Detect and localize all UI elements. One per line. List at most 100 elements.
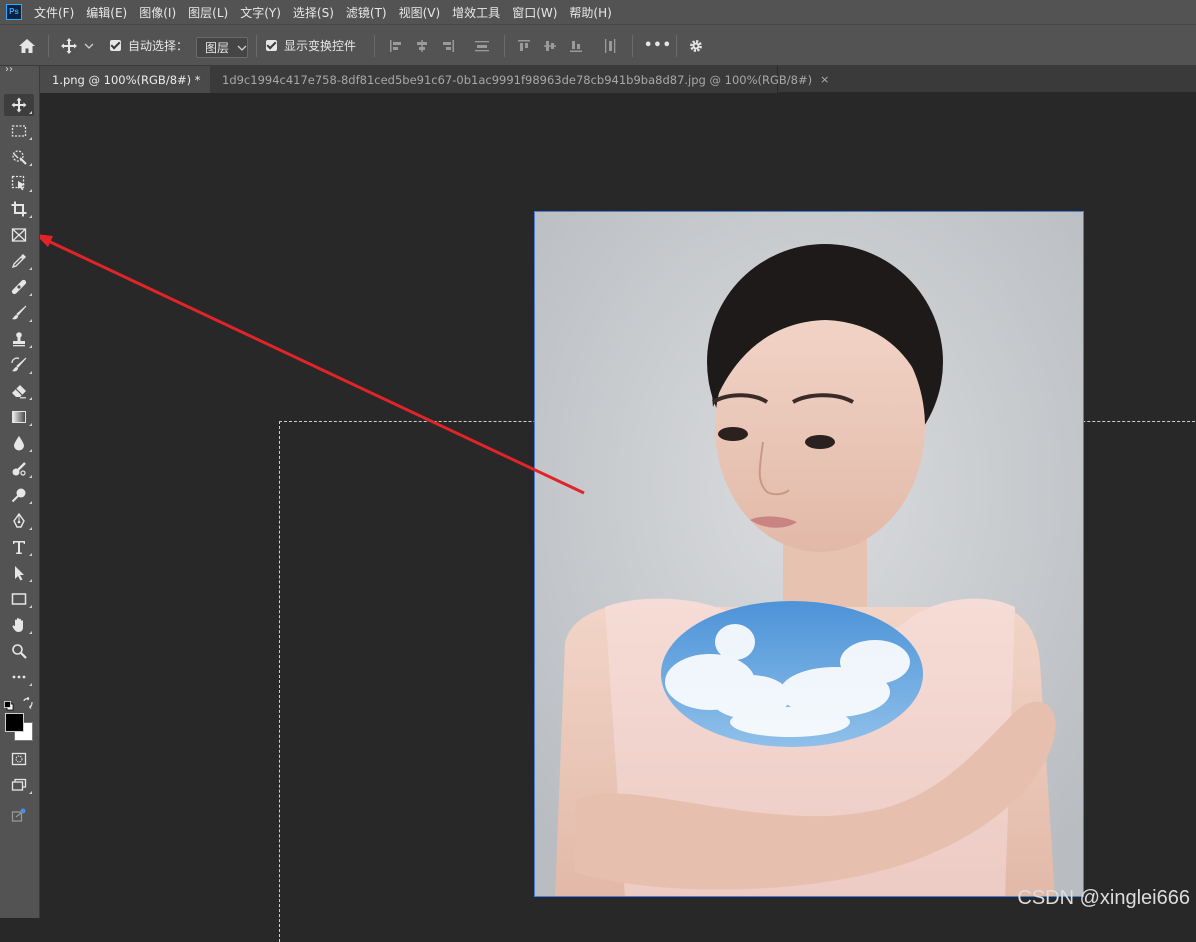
menu-layer[interactable]: 图层(L)	[188, 4, 228, 21]
share-button[interactable]	[4, 804, 34, 826]
align-horizontal-centers-icon[interactable]	[414, 38, 430, 54]
menu-type[interactable]: 文字(Y)	[240, 4, 281, 21]
home-icon	[19, 38, 35, 53]
path-selection-tool[interactable]	[4, 562, 34, 584]
menu-select[interactable]: 选择(S)	[293, 4, 334, 21]
hand-tool[interactable]	[4, 614, 34, 636]
chevron-down-icon	[84, 43, 94, 49]
type-tool[interactable]	[4, 536, 34, 558]
clone-stamp-tool[interactable]	[4, 328, 34, 350]
pen-icon	[13, 513, 25, 528]
brush-icon	[12, 305, 27, 320]
smudge-icon	[12, 462, 26, 476]
show-transform-controls-checkbox[interactable]: 显示变换控件	[266, 25, 356, 66]
document-tab-2[interactable]: 1d9c1994c417e758-8df81ced5be91c67-0b1ac9…	[210, 66, 829, 93]
align-bottom-edges-icon[interactable]	[568, 38, 584, 54]
menu-view[interactable]: 视图(V)	[399, 4, 441, 21]
move-tool[interactable]	[4, 94, 34, 116]
gradient-icon	[12, 411, 26, 423]
move-icon	[11, 97, 27, 113]
auto-select-label: 自动选择：	[128, 39, 189, 53]
rectangle-tool[interactable]	[4, 588, 34, 610]
close-icon[interactable]: ×	[820, 73, 829, 86]
bandage-icon	[11, 279, 27, 295]
stamp-icon	[13, 332, 25, 347]
more-options-button[interactable]: •••	[644, 25, 672, 66]
pen-tool[interactable]	[4, 510, 34, 532]
auto-select-checkbox[interactable]: 自动选择：	[110, 25, 188, 66]
tools-panel: ››	[0, 64, 40, 918]
align-top-edges-icon[interactable]	[516, 38, 532, 54]
crop-tool[interactable]	[4, 198, 34, 220]
auto-select-target-dropdown[interactable]: 图层	[196, 37, 248, 58]
crop-icon	[11, 201, 27, 217]
zoom-icon	[12, 644, 27, 659]
move-tool-preset-button[interactable]	[60, 25, 94, 66]
more-dots-icon	[12, 675, 26, 679]
menu-filter[interactable]: 滤镜(T)	[346, 4, 387, 21]
swap-colors-button[interactable]	[22, 694, 34, 709]
separator	[632, 35, 633, 57]
healing-brush-tool[interactable]	[4, 276, 34, 298]
watermark-text: CSDN @xinglei666	[1017, 887, 1190, 909]
frame-icon	[11, 228, 27, 242]
distribute-vertical-icon[interactable]	[474, 38, 490, 54]
frame-tool[interactable]	[4, 224, 34, 246]
separator	[374, 35, 375, 57]
tab-label: 1d9c1994c417e758-8df81ced5be91c67-0b1ac9…	[222, 72, 813, 87]
menu-edit[interactable]: 编辑(E)	[86, 4, 127, 21]
hand-icon	[12, 618, 23, 632]
eraser-icon	[12, 385, 26, 399]
history-brush-tool[interactable]	[4, 354, 34, 376]
object-selection-tool[interactable]	[4, 146, 34, 168]
zoom-tool[interactable]	[4, 640, 34, 662]
default-colors-button[interactable]	[4, 696, 14, 711]
menu-help[interactable]: 帮助(H)	[569, 4, 611, 21]
quick-mask-button[interactable]	[4, 748, 34, 770]
chevron-down-icon	[237, 45, 247, 51]
rectangular-marquee-tool[interactable]	[4, 120, 34, 142]
eyedropper-icon	[11, 254, 26, 269]
separator	[676, 35, 677, 57]
eraser-tool[interactable]	[4, 380, 34, 402]
default-colors-icon	[4, 701, 14, 711]
type-icon	[13, 541, 25, 554]
gear-icon	[690, 39, 702, 52]
rectangle-icon	[11, 593, 27, 605]
brush-tool[interactable]	[4, 302, 34, 324]
checkbox-checked-icon	[266, 40, 277, 51]
menu-window[interactable]: 窗口(W)	[512, 4, 557, 21]
document-tab-bar: 1.png @ 100%(RGB/8#) * × 1d9c1994c417e75…	[40, 66, 1196, 93]
menu-file[interactable]: 文件(F)	[34, 4, 74, 21]
dodge-tool[interactable]	[4, 484, 34, 506]
edit-toolbar-button[interactable]	[4, 666, 34, 688]
home-button[interactable]	[18, 25, 36, 66]
quick-mask-icon	[11, 752, 27, 766]
separator	[504, 35, 505, 57]
align-right-edges-icon[interactable]	[440, 38, 456, 54]
blur-tool[interactable]	[4, 432, 34, 454]
distribute-horizontal-icon[interactable]	[602, 38, 618, 54]
select-subject-icon	[11, 175, 25, 191]
eyedropper-tool[interactable]	[4, 250, 34, 272]
screen-mode-icon	[11, 778, 27, 791]
layer-select-value: 图层	[205, 41, 230, 55]
foreground-color-swatch[interactable]	[5, 713, 24, 732]
gradient-tool[interactable]	[4, 406, 34, 428]
align-left-edges-icon[interactable]	[388, 38, 404, 54]
separator	[256, 35, 257, 57]
move-icon	[61, 37, 77, 54]
collapse-panel-icon[interactable]: ››	[5, 64, 13, 75]
select-subject-tool[interactable]	[4, 172, 34, 194]
dodge-icon	[11, 488, 26, 503]
annotation-arrow	[40, 234, 585, 495]
document-canvas[interactable]: CSDN @xinglei666	[40, 93, 1196, 942]
align-vertical-centers-icon[interactable]	[542, 38, 558, 54]
screen-mode-button[interactable]	[4, 774, 34, 796]
menu-plugins[interactable]: 增效工具	[452, 4, 500, 21]
settings-button[interactable]	[688, 25, 704, 66]
document-tab-1[interactable]: 1.png @ 100%(RGB/8#) * ×	[40, 66, 218, 93]
menu-image[interactable]: 图像(I)	[139, 4, 176, 21]
object-selection-icon	[12, 150, 27, 165]
smudge-tool[interactable]	[4, 458, 34, 480]
